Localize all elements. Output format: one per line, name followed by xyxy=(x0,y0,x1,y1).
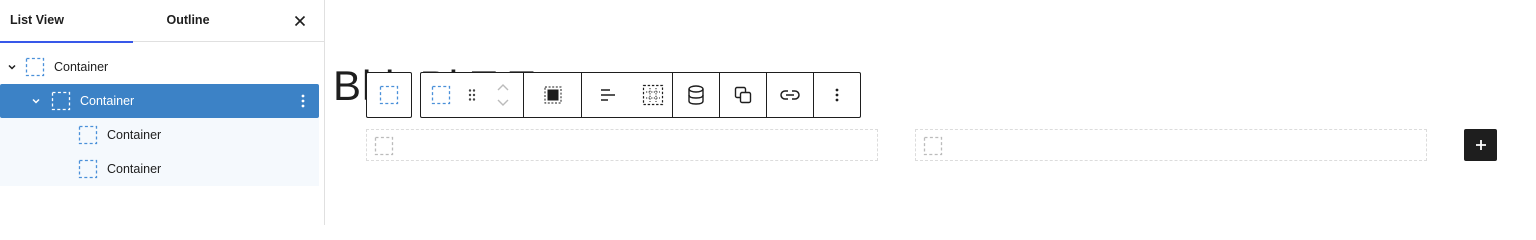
fill-color-icon xyxy=(544,86,561,104)
block-type-icon xyxy=(431,85,451,105)
database-icon xyxy=(688,85,704,105)
move-up-down-icon xyxy=(497,84,509,106)
tab-list-view[interactable]: List View xyxy=(0,0,133,43)
inner-container-block-2[interactable] xyxy=(915,129,1427,161)
container-block-icon xyxy=(78,159,98,179)
fill-color-button[interactable] xyxy=(524,73,581,117)
toolbar-group-layout xyxy=(582,73,673,117)
container-block-icon xyxy=(78,125,98,145)
move-up-down-button[interactable] xyxy=(483,73,523,117)
close-icon xyxy=(294,15,306,27)
sidebar-tabs: List View Outline xyxy=(0,0,324,43)
more-options-icon xyxy=(835,88,839,102)
duplicate-button[interactable] xyxy=(720,73,766,117)
toolbar-group-duplicate xyxy=(720,73,767,117)
toolbar-group-link xyxy=(767,73,814,117)
more-options-button[interactable] xyxy=(814,73,860,117)
container-block-icon xyxy=(25,57,45,77)
chevron-down-icon[interactable] xyxy=(30,95,42,107)
block-toolbar xyxy=(366,72,861,118)
layout-grid-icon xyxy=(642,84,664,106)
tree-item-label: Container xyxy=(80,94,135,108)
container-block-icon xyxy=(374,136,394,156)
justify-icon xyxy=(601,89,615,101)
chevron-down-icon[interactable] xyxy=(6,61,18,73)
add-block-button[interactable] xyxy=(1464,129,1497,161)
justify-button[interactable] xyxy=(582,73,634,117)
tree-item-label: Container xyxy=(107,162,162,176)
container-block-icon xyxy=(51,91,71,111)
link-icon xyxy=(780,90,800,100)
tab-outline[interactable]: Outline xyxy=(133,0,243,42)
toolbar-group-data xyxy=(673,73,720,117)
toolbar-group-more xyxy=(814,73,860,117)
toolbar-group-block xyxy=(421,73,524,117)
select-parent-button[interactable] xyxy=(366,72,412,118)
select-parent-icon xyxy=(379,85,399,105)
layout-grid-button[interactable] xyxy=(634,73,672,117)
container-block-icon xyxy=(923,136,943,156)
tree-item-container-2[interactable]: Container xyxy=(0,84,319,118)
duplicate-icon xyxy=(734,86,752,104)
tree-item-label: Container xyxy=(54,60,109,74)
more-options-icon[interactable] xyxy=(296,93,310,109)
block-type-button[interactable] xyxy=(421,73,461,117)
link-button[interactable] xyxy=(767,73,813,117)
drag-handle-icon xyxy=(468,89,476,101)
close-button[interactable] xyxy=(288,9,312,33)
inner-container-block-1[interactable] xyxy=(366,129,878,161)
database-button[interactable] xyxy=(673,73,719,117)
tree-item-container-4[interactable]: Container xyxy=(0,152,319,186)
tree-item-container-1[interactable]: Container xyxy=(0,50,319,84)
list-view-sidebar: List View Outline Container Container Co… xyxy=(0,0,325,225)
plus-icon xyxy=(1475,140,1486,150)
tree-item-container-3[interactable]: Container xyxy=(0,118,319,152)
toolbar-group-color xyxy=(524,73,582,117)
drag-handle[interactable] xyxy=(461,73,483,117)
tree-item-label: Container xyxy=(107,128,162,142)
block-toolbar-main xyxy=(420,72,861,118)
